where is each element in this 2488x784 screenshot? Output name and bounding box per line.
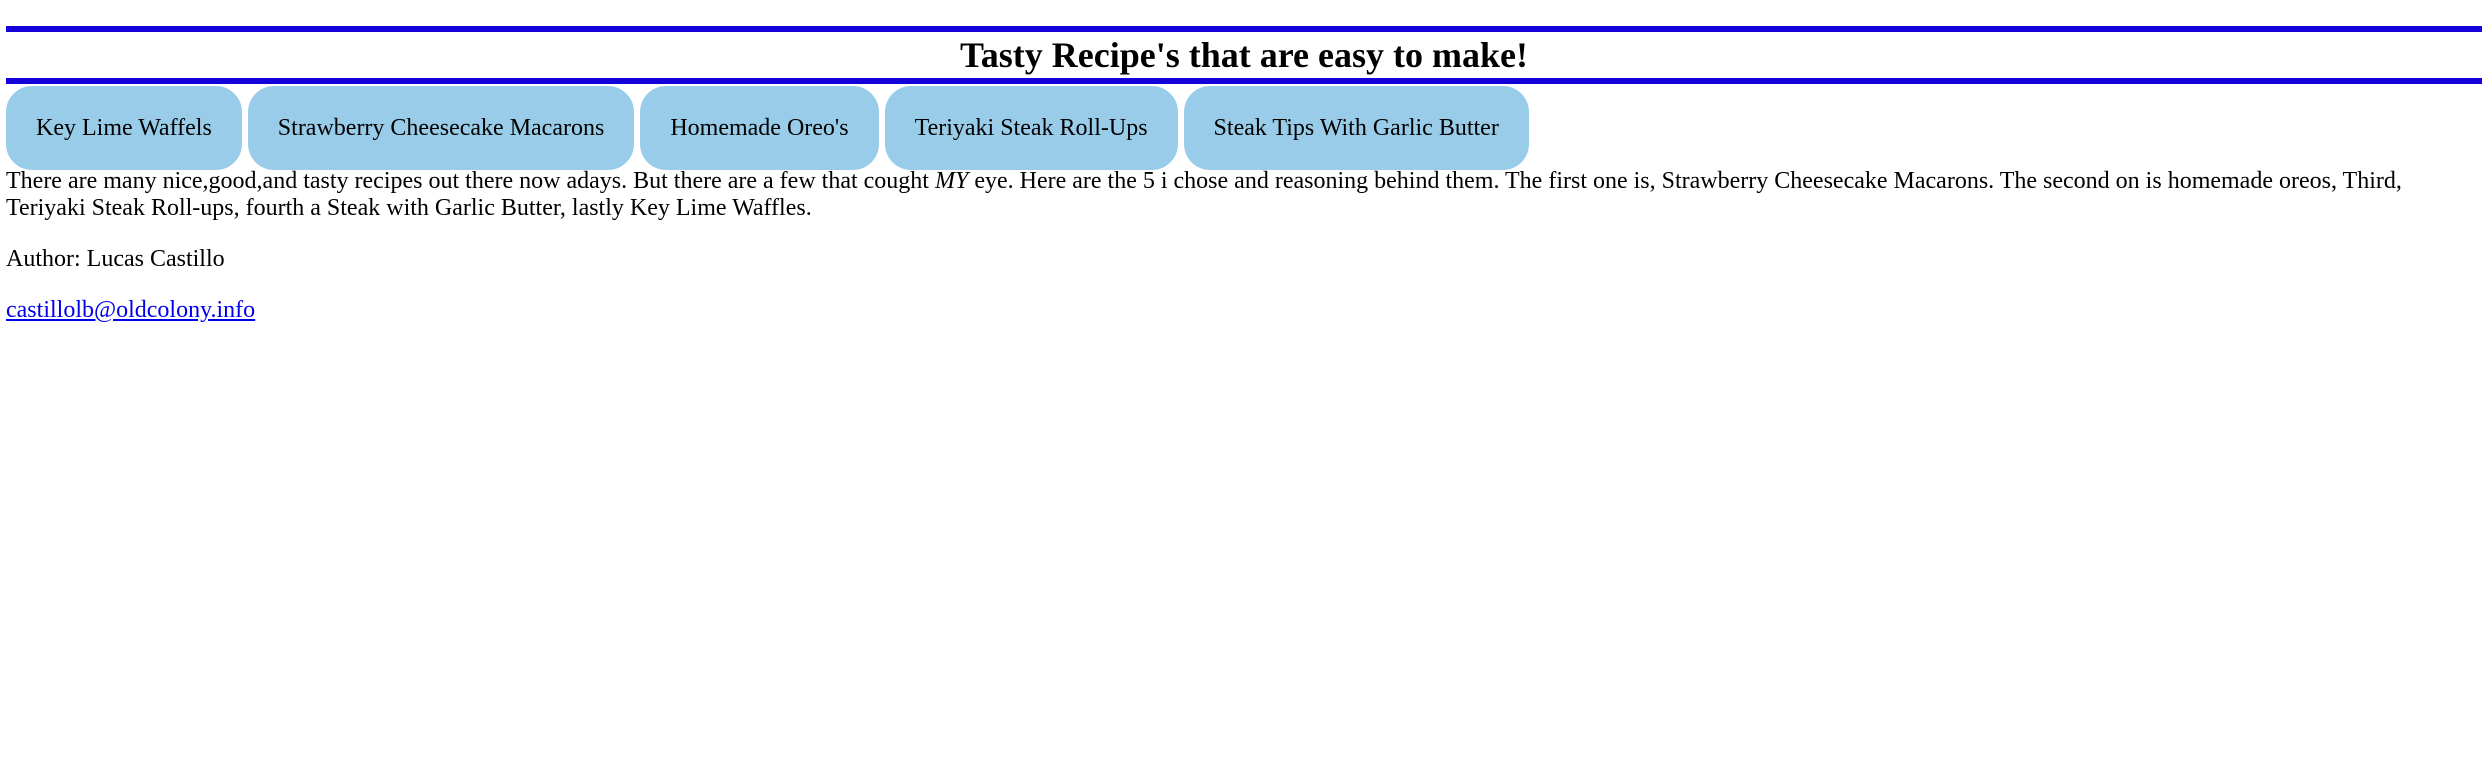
recipe-nav: Key Lime Waffels Strawberry Cheesecake M… [6,86,2482,170]
nav-button-strawberry-cheesecake-macarons[interactable]: Strawberry Cheesecake Macarons [247,86,635,170]
intro-paragraph: There are many nice,good,and tasty recip… [6,168,2476,222]
intro-emphasis: MY [934,168,969,194]
header-bottom-rule [6,78,2482,84]
intro-text-start: There are many nice,good,and tasty recip… [6,168,935,194]
page: Tasty Recipe's that are easy to make! Ke… [0,26,2488,784]
email-link[interactable]: castillolb@oldcolony.info [6,297,255,323]
nav-button-steak-tips-garlic-butter[interactable]: Steak Tips With Garlic Butter [1183,86,1529,170]
page-title: Tasty Recipe's that are easy to make! [960,35,1528,75]
contact-line: castillolb@oldcolony.info [6,297,2482,324]
author-line: Author: Lucas Castillo [6,246,225,272]
nav-button-key-lime-waffels[interactable]: Key Lime Waffels [6,86,242,170]
nav-button-homemade-oreos[interactable]: Homemade Oreo's [640,86,879,170]
nav-button-teriyaki-steak-roll-ups[interactable]: Teriyaki Steak Roll-Ups [884,86,1178,170]
